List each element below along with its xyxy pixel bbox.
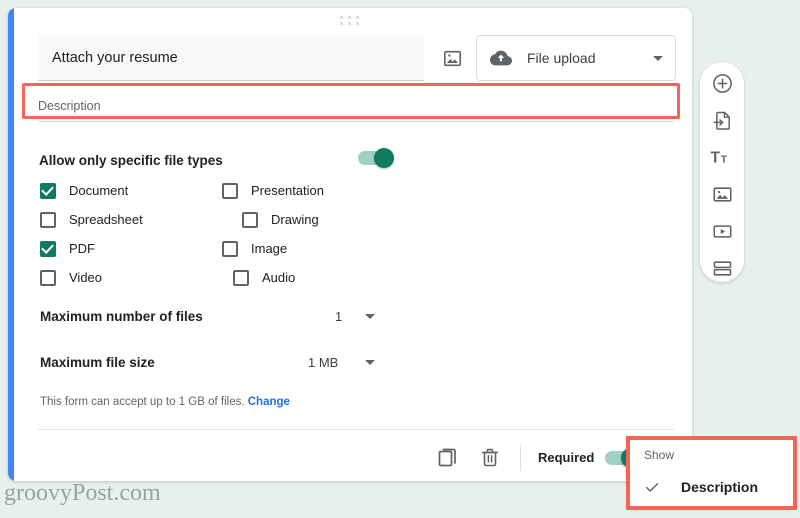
show-options-popup: Show Description [630, 440, 793, 506]
question-title-row: Attach your resume File upload [38, 35, 676, 81]
checkbox-label: Presentation [251, 183, 324, 198]
allow-specific-file-types-row: Allow only specific file types [39, 148, 399, 169]
popup-section-title: Show [644, 448, 675, 462]
file-types-grid: Document Presentation Spreadsheet Drawin… [40, 176, 460, 292]
toggle-knob [374, 148, 394, 168]
add-image-icon[interactable] [709, 181, 735, 207]
screenshot-root: Attach your resume File upload Descripti… [0, 0, 800, 518]
add-section-icon[interactable] [709, 255, 735, 281]
checkbox-pdf[interactable]: PDF [40, 240, 222, 257]
checkbox-label: PDF [69, 241, 95, 256]
checkbox-video[interactable]: Video [40, 269, 222, 286]
max-size-label: Maximum file size [40, 354, 155, 370]
max-files-chevron-down-icon[interactable] [365, 313, 375, 319]
footer-separator [520, 445, 521, 471]
question-title-input[interactable]: Attach your resume [38, 35, 424, 81]
question-description-input[interactable]: Description [38, 96, 674, 122]
drag-dots-icon[interactable] [340, 16, 360, 25]
svg-text:T: T [720, 153, 727, 165]
checkbox-audio[interactable]: Audio [233, 269, 296, 286]
file-types-row: Video Audio [40, 263, 460, 292]
max-size-value[interactable]: 1 MB [308, 355, 338, 370]
checkbox-box [40, 240, 56, 257]
accept-note-text: This form can accept up to 1 GB of files… [40, 396, 245, 408]
question-footer: Required [8, 436, 692, 481]
checkbox-spreadsheet[interactable]: Spreadsheet [40, 211, 222, 228]
question-type-label: File upload [527, 50, 596, 66]
change-link[interactable]: Change [248, 396, 290, 408]
cloud-upload-icon [489, 46, 513, 70]
question-description-wrap: Description [38, 96, 674, 122]
svg-text:T: T [710, 149, 720, 166]
checkbox-document[interactable]: Document [40, 182, 222, 199]
watermark: groovyPost.com [4, 480, 161, 506]
allow-specific-file-types-label: Allow only specific file types [39, 152, 223, 168]
question-type-select[interactable]: File upload [476, 35, 676, 81]
checkbox-box [40, 269, 56, 286]
checkbox-label: Document [69, 183, 129, 198]
required-label: Required [538, 450, 595, 465]
add-circle-icon[interactable] [709, 70, 735, 96]
checkbox-presentation[interactable]: Presentation [222, 182, 324, 199]
checkbox-box [222, 182, 238, 199]
duplicate-icon[interactable] [436, 445, 462, 471]
max-files-label: Maximum number of files [40, 308, 203, 324]
checkbox-label: Video [69, 270, 103, 285]
footer-divider-line [38, 429, 674, 430]
max-size-row: Maximum file size 1 MB [40, 352, 400, 372]
checkbox-box [40, 182, 56, 199]
question-card: Attach your resume File upload Descripti… [8, 8, 692, 481]
checkbox-label: Audio [262, 270, 296, 285]
question-description-placeholder: Description [38, 99, 101, 113]
checkbox-box [222, 240, 238, 257]
add-video-icon[interactable] [709, 218, 735, 244]
max-files-value[interactable]: 1 [335, 309, 342, 324]
checkbox-drawing[interactable]: Drawing [242, 211, 319, 228]
checkbox-box [233, 269, 249, 286]
max-files-row: Maximum number of files 1 [40, 306, 400, 326]
max-size-chevron-down-icon[interactable] [365, 359, 375, 365]
checkbox-box [242, 211, 258, 228]
chevron-down-icon [653, 55, 663, 61]
card-accent-bar [8, 8, 14, 481]
title-text-icon[interactable]: T T [709, 144, 735, 170]
file-types-row: PDF Image [40, 234, 460, 263]
checkbox-image[interactable]: Image [222, 240, 288, 257]
file-types-row: Spreadsheet Drawing [40, 205, 460, 234]
popup-item-description[interactable]: Description [630, 468, 793, 506]
add-image-icon[interactable] [440, 46, 464, 70]
popup-item-label: Description [681, 479, 759, 495]
checkbox-label: Image [251, 241, 288, 256]
checkbox-label: Spreadsheet [69, 212, 143, 227]
question-title-text: Attach your resume [52, 49, 178, 66]
checkbox-box [40, 211, 56, 228]
checkbox-label: Drawing [271, 212, 319, 227]
import-questions-icon[interactable] [709, 107, 735, 133]
allow-specific-file-types-toggle[interactable] [358, 148, 394, 168]
check-icon [643, 478, 661, 496]
trash-icon[interactable] [478, 445, 504, 471]
file-types-row: Document Presentation [40, 176, 460, 205]
accept-note: This form can accept up to 1 GB of files… [40, 396, 290, 408]
editor-sidebar-toolbar: T T [700, 62, 744, 282]
